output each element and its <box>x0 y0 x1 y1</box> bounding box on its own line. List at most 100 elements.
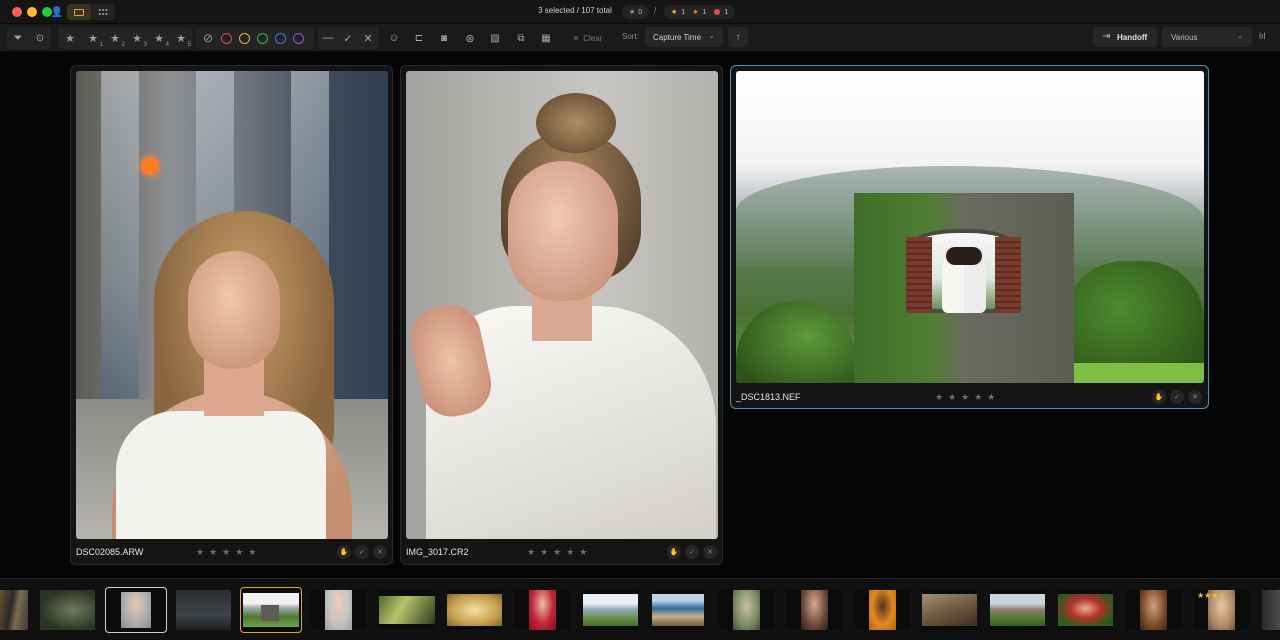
photo-preview[interactable] <box>406 71 718 539</box>
minus-icon: — <box>322 32 334 44</box>
red-label-filter[interactable] <box>221 32 232 44</box>
star-rating[interactable]: ★★★★★ <box>196 547 261 558</box>
reject-button[interactable]: ✕ <box>358 27 378 49</box>
filmstrip-thumb[interactable] <box>379 590 435 630</box>
face-filter-button[interactable]: ☺ <box>383 27 405 49</box>
check-icon: ✓ <box>359 549 365 556</box>
filmstrip-thumb[interactable] <box>652 590 704 630</box>
date-filter-button[interactable]: ▦ <box>535 27 557 49</box>
star-filter-any[interactable]: ★ <box>58 27 82 49</box>
handoff-button[interactable]: ⇥ Handoff <box>1093 27 1157 47</box>
filmstrip-thumb[interactable] <box>787 590 842 630</box>
filmstrip-thumb[interactable] <box>922 590 977 630</box>
yellow-label-filter[interactable] <box>239 32 250 44</box>
compare-icon: ⧉ <box>517 32 525 44</box>
hand-icon: ✋ <box>339 549 349 556</box>
reject-button[interactable]: ✕ <box>373 545 387 559</box>
x-icon: ✕ <box>377 549 383 556</box>
star-icon: ★ <box>629 9 636 16</box>
aperture-icon: ⊛ <box>465 32 475 45</box>
filmstrip-thumb[interactable] <box>515 590 570 630</box>
photo-card[interactable]: IMG_3017.CR2 ★★★★★ ✋ ✓ ✕ <box>400 65 723 565</box>
photo-card-selected[interactable]: _DSC1813.NEF ★★★★★ ✋ ✓ ✕ <box>730 65 1209 409</box>
filmstrip-thumb[interactable] <box>1058 590 1113 630</box>
green-label-filter[interactable] <box>257 32 268 44</box>
filmstrip-thumb[interactable] <box>0 590 28 630</box>
chevron-down-icon: ⌄ <box>708 31 715 40</box>
star-filter-1[interactable]: ★ 1 <box>82 27 104 49</box>
smiley-icon: ☺ <box>388 32 400 44</box>
pick-button[interactable]: ✓ <box>355 545 369 559</box>
pick-button[interactable]: ✓ <box>338 27 358 49</box>
pick-button[interactable]: ✓ <box>1170 390 1184 404</box>
filmstrip-thumb-selected[interactable] <box>105 587 167 633</box>
compare-button[interactable]: ⧉ <box>510 27 532 49</box>
calendar-icon: ▦ <box>541 32 551 44</box>
filmstrip-thumb[interactable] <box>1262 590 1280 630</box>
rating-counts-pill[interactable]: ★ 1 ★ 1 1 <box>664 5 736 19</box>
filmstrip-thumb[interactable] <box>176 590 231 630</box>
filmstrip-star-badge: ★★★★ <box>1197 591 1226 600</box>
star-rating[interactable]: ★★★★★ <box>935 392 1000 403</box>
star-filter-5[interactable]: ★ 5 <box>170 27 192 49</box>
hand-icon: ✋ <box>669 549 679 556</box>
histogram-toggle[interactable]: lıl <box>1259 31 1266 41</box>
filmstrip-thumb[interactable] <box>1126 590 1181 630</box>
sort-direction-button[interactable]: ↑ <box>728 27 748 47</box>
filter-group: ⏷ ⊙ <box>7 27 51 49</box>
x-icon: ✕ <box>572 33 580 43</box>
hand-button[interactable]: ✋ <box>1152 390 1166 404</box>
photo-preview[interactable] <box>736 71 1204 383</box>
photo-preview[interactable] <box>76 71 388 539</box>
filmstrip-thumb[interactable] <box>40 590 95 630</box>
purple-label-filter[interactable] <box>293 32 304 44</box>
sort-select[interactable]: Capture Time ⌄ <box>645 27 723 47</box>
filmstrip-thumb[interactable] <box>990 590 1045 630</box>
star-icon: ★ 5 <box>176 32 191 48</box>
sort-label: Sort: <box>622 32 639 41</box>
star-icon: ★ <box>671 9 678 16</box>
unrated-count-pill[interactable]: ★ 0 <box>622 5 650 19</box>
flag-group: — ✓ ✕ <box>318 27 378 49</box>
photo-card[interactable]: DSC02085.ARW ★★★★★ ✋ ✓ ✕ <box>70 65 393 565</box>
hand-icon: ✋ <box>1154 394 1164 401</box>
x-icon: ✕ <box>1192 394 1198 401</box>
star-icon: ★ 1 <box>88 32 103 48</box>
filmstrip-thumb[interactable] <box>719 590 774 630</box>
reject-button[interactable]: ✕ <box>703 545 717 559</box>
aperture-filter-button[interactable]: ⊛ <box>459 27 481 49</box>
camera-filter-button[interactable]: ◙ <box>433 27 455 49</box>
filmstrip-thumb[interactable] <box>583 590 638 630</box>
filter-icon: ⏷ <box>13 31 23 44</box>
x-icon: ✕ <box>707 549 713 556</box>
toolbar: ⏷ ⊙ ★ ★ 1 ★ 2 ★ 3 ★ 4 ★ 5 ⊘ — ✓ ✕ ☺ ⊏ ◙ ⊛ ▨ ⧉… <box>0 24 1280 52</box>
reject-button[interactable]: ✕ <box>1188 390 1202 404</box>
hand-button[interactable]: ✋ <box>667 545 681 559</box>
star-filter-3[interactable]: ★ 3 <box>126 27 148 49</box>
star-filter-4[interactable]: ★ 4 <box>148 27 170 49</box>
filmstrip-thumb[interactable] <box>855 590 910 630</box>
filmstrip: ★★★★ <box>0 578 1280 640</box>
clear-filters-button[interactable]: ✕ Clear <box>565 27 610 49</box>
blue-label-filter[interactable] <box>275 32 286 44</box>
filmstrip-thumb[interactable] <box>311 590 366 630</box>
tree-icon: ⊏ <box>414 32 424 44</box>
no-label-filter[interactable]: ⊘ <box>202 27 214 49</box>
star-filter-2[interactable]: ★ 2 <box>104 27 126 49</box>
edited-filter-button[interactable]: ▨ <box>484 27 506 49</box>
filter-button[interactable]: ⏷ <box>7 27 29 49</box>
star-rating[interactable]: ★★★★★ <box>527 547 592 558</box>
chevron-down-icon: ⌄ <box>1237 33 1243 40</box>
camera-icon: ◙ <box>440 32 448 44</box>
unflag-button[interactable]: — <box>318 27 338 49</box>
filmstrip-thumb-active[interactable] <box>240 587 302 633</box>
filter-options-button[interactable]: ⊙ <box>29 27 51 49</box>
hierarchy-button[interactable]: ⊏ <box>408 27 430 49</box>
card-actions: ✋ ✓ ✕ <box>667 545 717 559</box>
arrow-up-icon: ↑ <box>735 31 741 43</box>
hand-button[interactable]: ✋ <box>337 545 351 559</box>
pick-button[interactable]: ✓ <box>685 545 699 559</box>
preset-select[interactable]: Various ⌄ <box>1162 27 1252 47</box>
x-icon: ✕ <box>363 32 373 45</box>
filmstrip-thumb[interactable] <box>447 590 502 630</box>
